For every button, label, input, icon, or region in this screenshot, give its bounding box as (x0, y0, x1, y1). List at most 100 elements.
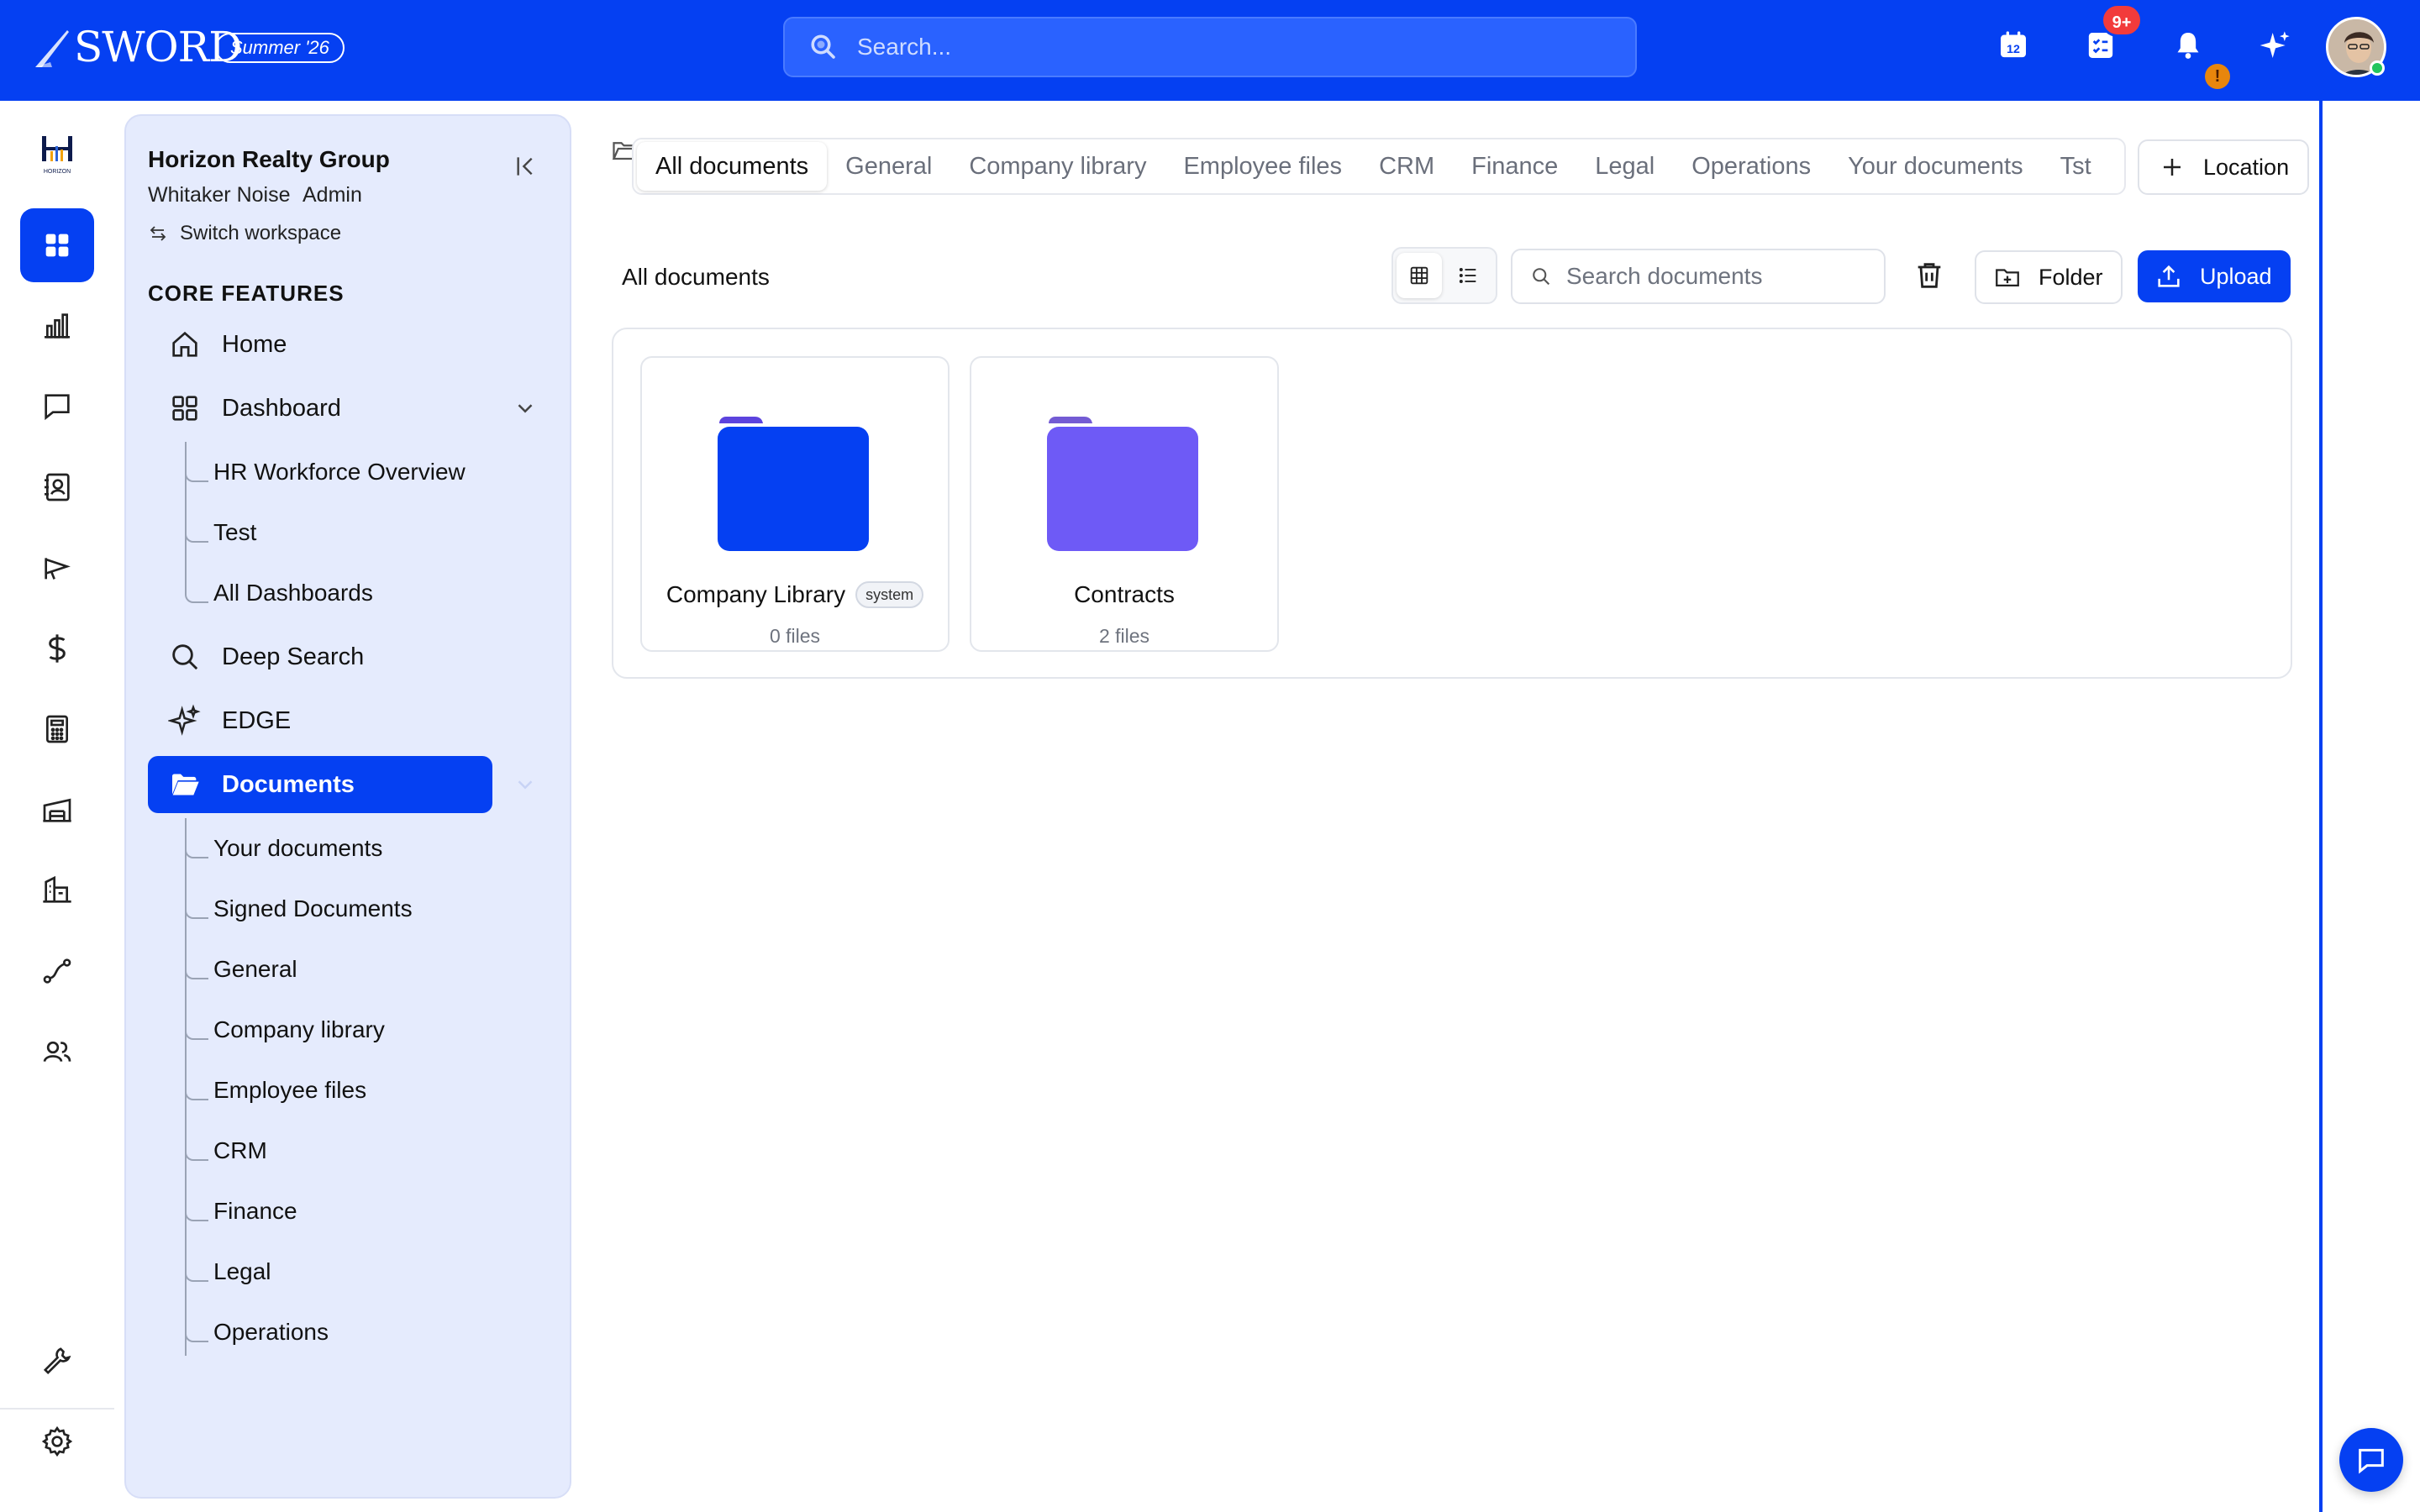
new-folder-button[interactable]: Folder (1975, 250, 2123, 304)
nav-sub-item[interactable]: HR Workforce Overview (213, 459, 466, 486)
dashboard-grid-icon (172, 396, 197, 421)
tree-elbow (185, 1263, 208, 1282)
nav-edge[interactable]: EDGE (148, 692, 492, 749)
tree-elbow (185, 585, 208, 603)
contacts-icon (45, 473, 70, 501)
chat-icon (2359, 1448, 2384, 1474)
nav-sub-item[interactable]: Operations (213, 1319, 329, 1346)
team-icon (43, 1041, 71, 1063)
chart-icon (45, 313, 70, 339)
chat-icon (45, 394, 70, 421)
folder-card[interactable]: Contracts 2 files (970, 356, 1279, 652)
season-badge: Summer '26 (215, 33, 345, 63)
tab-your-documents[interactable]: Your documents (1829, 142, 2042, 191)
collapse-sidebar-icon[interactable] (513, 153, 539, 180)
nav-sub-item[interactable]: CRM (213, 1137, 267, 1164)
nav-sub-item[interactable]: Company library (213, 1016, 385, 1043)
nav-sub-item[interactable]: Finance (213, 1198, 297, 1225)
tree-elbow (185, 961, 208, 979)
calendar-icon[interactable]: 12 (1996, 29, 2030, 62)
nav-documents[interactable]: Documents (148, 756, 492, 813)
rail-settings[interactable] (20, 1404, 94, 1478)
brand-logo[interactable]: SWORD (34, 20, 242, 74)
rail-workflows[interactable] (20, 934, 94, 1008)
tab-legal[interactable]: Legal (1576, 142, 1673, 191)
rail-properties[interactable] (20, 853, 94, 927)
horizon-logo-icon[interactable]: HORIZON (30, 131, 84, 181)
bell-icon[interactable] (2171, 29, 2205, 62)
svg-text:12: 12 (2007, 43, 2020, 56)
grid-view-button[interactable] (1397, 253, 1442, 298)
nav-dashboard[interactable]: Dashboard (148, 380, 492, 437)
chat-support-button[interactable] (2339, 1428, 2403, 1492)
rail-analytics[interactable] (20, 289, 94, 363)
trash-icon[interactable] (1912, 259, 1946, 292)
add-location-button[interactable]: Location (2138, 139, 2309, 195)
folder-plus-icon (1996, 269, 2019, 287)
home-icon (172, 331, 197, 357)
nav-sub-item[interactable]: Your documents (213, 835, 382, 862)
svg-text:HORIZON: HORIZON (44, 169, 71, 175)
rail-warehouse[interactable] (20, 773, 94, 847)
rail-finance[interactable] (20, 612, 94, 685)
switch-workspace-link[interactable]: Switch workspace (148, 222, 341, 245)
upload-button[interactable]: Upload (2138, 250, 2291, 302)
rail-dashboard[interactable] (20, 208, 94, 282)
nav-sub-item[interactable]: Signed Documents (213, 895, 413, 922)
document-search[interactable] (1511, 249, 1886, 304)
list-view-button[interactable] (1445, 253, 1491, 298)
nav-deep-search-label: Deep Search (222, 643, 365, 670)
tab-operations[interactable]: Operations (1673, 142, 1829, 191)
rail-marketing[interactable] (20, 531, 94, 605)
workspace-role: Admin (302, 183, 362, 207)
nav-sub-item[interactable]: Test (213, 519, 256, 546)
document-search-input[interactable] (1566, 263, 1877, 290)
tab-crm[interactable]: CRM (1360, 142, 1453, 191)
rail-team[interactable] (20, 1015, 94, 1089)
nav-home[interactable]: Home (148, 316, 492, 373)
upload-icon (2158, 265, 2180, 287)
search-icon (1533, 268, 1550, 286)
chevron-down-icon[interactable] (513, 772, 538, 797)
section-title: CORE FEATURES (148, 281, 345, 306)
folder-card[interactable]: Company Library system 0 files (640, 356, 950, 652)
nav-deep-search[interactable]: Deep Search (148, 628, 492, 685)
notification-alert-badge: ! (2205, 64, 2230, 89)
nav-dashboard-label: Dashboard (222, 394, 341, 422)
nav-sub-item[interactable]: All Dashboards (213, 580, 373, 606)
tree-elbow (185, 1082, 208, 1100)
tab-general[interactable]: General (827, 142, 950, 191)
sidebar: Horizon Realty Group Whitaker Noise Admi… (124, 114, 571, 1499)
nav-sub-item[interactable]: Legal (213, 1258, 271, 1285)
nav-sub-item[interactable]: General (213, 956, 297, 983)
rail-messages[interactable] (20, 370, 94, 444)
megaphone-icon (45, 558, 71, 580)
chevron-down-icon[interactable] (513, 396, 538, 421)
rail-contacts[interactable] (20, 450, 94, 524)
route-icon (43, 958, 71, 984)
rail-tools[interactable] (20, 1324, 94, 1398)
folder-file-count: 0 files (769, 625, 821, 647)
tab-all-documents[interactable]: All documents (637, 142, 828, 191)
folder-open-icon (172, 774, 199, 795)
calculator-icon (46, 715, 68, 743)
global-search[interactable] (783, 17, 1637, 77)
top-bar: SWORD Summer '26 12 9+ ! (0, 0, 2420, 101)
global-search-input[interactable] (857, 34, 1597, 60)
tree-elbow (185, 524, 208, 543)
workspace-user: Whitaker Noise (148, 183, 291, 207)
tab-finance[interactable]: Finance (1453, 142, 1576, 191)
tab-company-library[interactable]: Company library (950, 142, 1165, 191)
rail-calculator[interactable] (20, 692, 94, 766)
tree-elbow (185, 900, 208, 919)
switch-workspace-label: Switch workspace (180, 222, 342, 244)
tab-tst[interactable]: Tst (2042, 142, 2110, 191)
sparkle-icon[interactable] (2259, 29, 2292, 62)
nav-sub-item[interactable]: Employee files (213, 1077, 366, 1104)
system-badge: system (855, 581, 924, 608)
tree-elbow (185, 464, 208, 482)
tasks-count-badge: 9+ (2101, 3, 2143, 37)
tree-elbow (185, 1021, 208, 1040)
icon-rail: HORIZON (0, 101, 114, 1512)
tab-employee-files[interactable]: Employee files (1165, 142, 1360, 191)
